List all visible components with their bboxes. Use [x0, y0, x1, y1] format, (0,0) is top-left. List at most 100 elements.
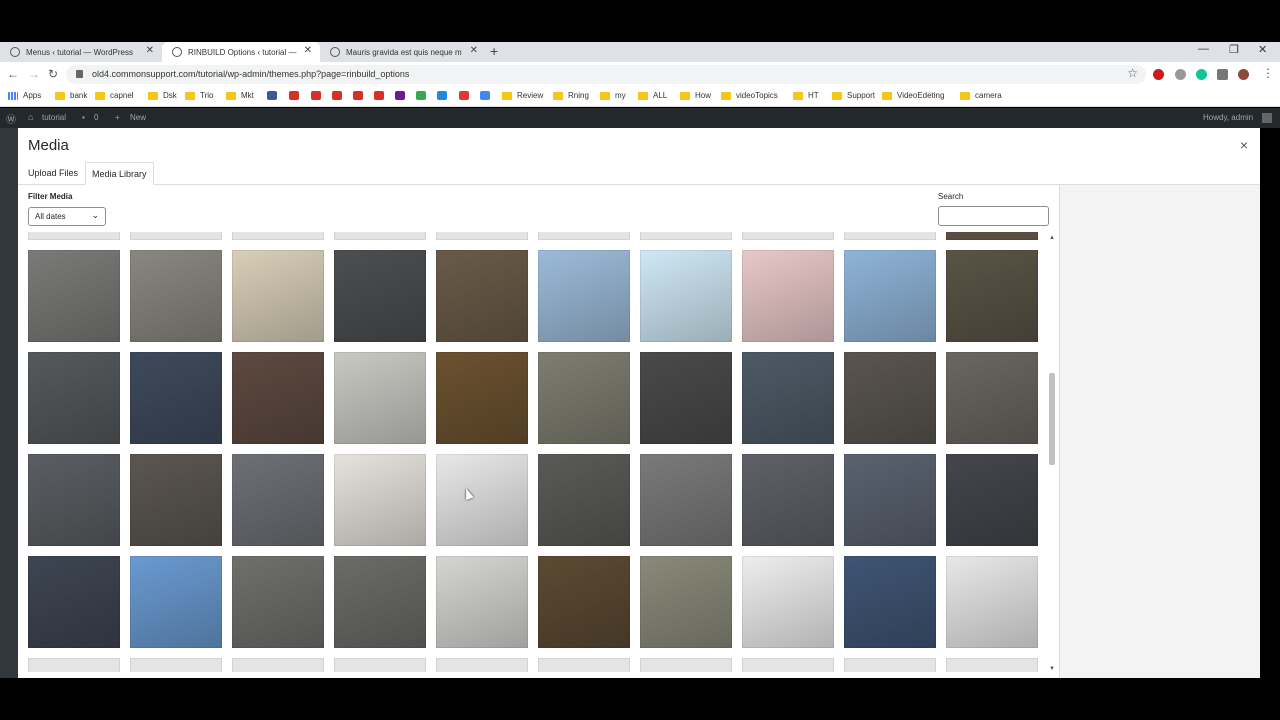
media-thumbnail[interactable] — [28, 556, 120, 648]
media-thumbnail[interactable] — [640, 250, 732, 342]
gmail-icon[interactable] — [332, 91, 346, 100]
media-thumbnail[interactable] — [946, 556, 1038, 648]
media-thumbnail[interactable] — [640, 232, 732, 240]
bookmark-item[interactable]: bank — [55, 91, 87, 100]
media-thumbnail[interactable] — [130, 454, 222, 546]
close-icon[interactable]: × — [1240, 137, 1248, 153]
media-thumbnail[interactable] — [334, 556, 426, 648]
media-thumbnail[interactable] — [844, 454, 936, 546]
close-tab-icon[interactable]: ✕ — [470, 45, 478, 56]
media-thumbnail[interactable] — [436, 232, 528, 240]
minimize-icon[interactable]: — — [1198, 43, 1209, 55]
comment-icon[interactable]: ▪ — [82, 113, 85, 122]
tab-media-library[interactable]: Media Library — [85, 162, 154, 185]
media-thumbnail[interactable] — [232, 352, 324, 444]
bookmark-item[interactable]: VideoEdeting — [882, 91, 944, 100]
tab-upload-files[interactable]: Upload Files — [22, 162, 84, 185]
media-thumbnail[interactable] — [130, 556, 222, 648]
new-tab-icon[interactable]: + — [490, 43, 498, 59]
media-thumbnail[interactable] — [844, 556, 936, 648]
profile-avatar[interactable] — [1238, 69, 1249, 80]
search-input[interactable] — [938, 206, 1049, 226]
restore-icon[interactable]: ❐ — [1229, 43, 1239, 56]
bookmark-item[interactable]: capnel — [95, 91, 134, 100]
media-thumbnail[interactable] — [130, 352, 222, 444]
media-thumbnail[interactable] — [334, 658, 426, 672]
media-thumbnail[interactable] — [538, 250, 630, 342]
url-field[interactable]: old4.commonsupport.com/tutorial/wp-admin… — [66, 65, 1146, 84]
site-name-link[interactable]: tutorial — [42, 113, 66, 122]
comments-count[interactable]: 0 — [94, 113, 98, 122]
date-filter-select[interactable]: All dates ⌄ — [28, 207, 106, 226]
media-thumbnail[interactable] — [640, 352, 732, 444]
media-thumbnail[interactable] — [334, 352, 426, 444]
media-thumbnail[interactable] — [538, 454, 630, 546]
browser-tab-active[interactable]: RINBUILD Options ‹ tutorial — W ✕ — [162, 42, 320, 62]
media-thumbnail[interactable] — [130, 232, 222, 240]
bookmark-item[interactable]: camera — [960, 91, 1002, 100]
scroll-up-icon[interactable]: ▲ — [1049, 235, 1055, 241]
grammarly-extension-icon[interactable] — [1196, 69, 1207, 80]
browser-tab[interactable]: Mauris gravida est quis neque m ✕ — [320, 42, 486, 62]
media-thumbnail[interactable] — [436, 352, 528, 444]
bookmark-item[interactable]: How — [680, 91, 711, 100]
media-thumbnail[interactable] — [640, 658, 732, 672]
bookmark-item[interactable]: Apps — [8, 91, 41, 100]
media-thumbnail[interactable] — [538, 352, 630, 444]
media-thumbnail[interactable] — [436, 250, 528, 342]
media-thumbnail[interactable] — [946, 454, 1038, 546]
extensions-puzzle-icon[interactable] — [1217, 69, 1228, 80]
media-thumbnail[interactable] — [334, 250, 426, 342]
media-thumbnail[interactable] — [232, 232, 324, 240]
media-thumbnail[interactable] — [538, 556, 630, 648]
close-window-icon[interactable]: ✕ — [1258, 43, 1267, 56]
close-tab-icon[interactable]: ✕ — [146, 45, 154, 56]
browser-tab[interactable]: Menus ‹ tutorial — WordPress ✕ — [0, 42, 162, 62]
gmail-icon[interactable] — [353, 91, 367, 100]
media-thumbnail[interactable] — [232, 658, 324, 672]
media-thumbnail[interactable] — [334, 232, 426, 240]
media-thumbnail[interactable] — [742, 454, 834, 546]
media-thumbnail[interactable] — [844, 352, 936, 444]
close-tab-icon[interactable]: ✕ — [304, 45, 312, 56]
media-thumbnail[interactable] — [334, 454, 426, 546]
media-thumbnail[interactable] — [232, 454, 324, 546]
media-thumbnail[interactable] — [436, 454, 528, 546]
media-thumbnail[interactable] — [28, 658, 120, 672]
reload-icon[interactable]: ↻ — [48, 67, 58, 81]
home-icon[interactable]: ⌂ — [28, 112, 33, 122]
bookmark-item[interactable]: Review — [502, 91, 543, 100]
browser-menu-icon[interactable]: ⋮ — [1262, 66, 1274, 80]
opera-extension-icon[interactable] — [1153, 69, 1164, 80]
gmail-icon[interactable] — [311, 91, 325, 100]
media-thumbnail[interactable] — [742, 556, 834, 648]
media-thumbnail[interactable] — [742, 352, 834, 444]
user-avatar[interactable] — [1262, 113, 1272, 123]
gmail-icon[interactable] — [374, 91, 388, 100]
media-thumbnail[interactable] — [28, 454, 120, 546]
media-thumbnail[interactable] — [436, 658, 528, 672]
translate-icon[interactable] — [480, 91, 494, 100]
new-content-link[interactable]: New — [130, 113, 146, 122]
media-thumbnail[interactable] — [946, 352, 1038, 444]
media-thumbnail[interactable] — [640, 454, 732, 546]
bookmark-item[interactable]: videoTopics — [721, 91, 778, 100]
scroll-down-icon[interactable]: ▼ — [1049, 666, 1055, 672]
media-thumbnail[interactable] — [844, 232, 936, 240]
bookmark-item[interactable]: Dsk — [148, 91, 177, 100]
media-thumbnail[interactable] — [28, 352, 120, 444]
facebook-icon[interactable] — [267, 91, 281, 100]
back-icon[interactable]: ← — [7, 67, 19, 81]
wordpress-logo-icon[interactable]: Ⓦ — [6, 111, 16, 126]
media-thumbnail[interactable] — [130, 658, 222, 672]
gmail-icon[interactable] — [289, 91, 303, 100]
media-thumbnail[interactable] — [28, 250, 120, 342]
bookmark-item[interactable]: Mkt — [226, 91, 254, 100]
media-scrollbar[interactable]: ▲ ▼ — [1048, 235, 1056, 672]
howdy-user-link[interactable]: Howdy, admin — [1203, 113, 1253, 122]
media-thumbnail[interactable] — [946, 250, 1038, 342]
media-thumbnail[interactable] — [232, 250, 324, 342]
bookmark-item[interactable]: Trio — [185, 91, 213, 100]
media-thumbnail[interactable] — [844, 250, 936, 342]
forward-icon[interactable]: → — [28, 67, 40, 81]
